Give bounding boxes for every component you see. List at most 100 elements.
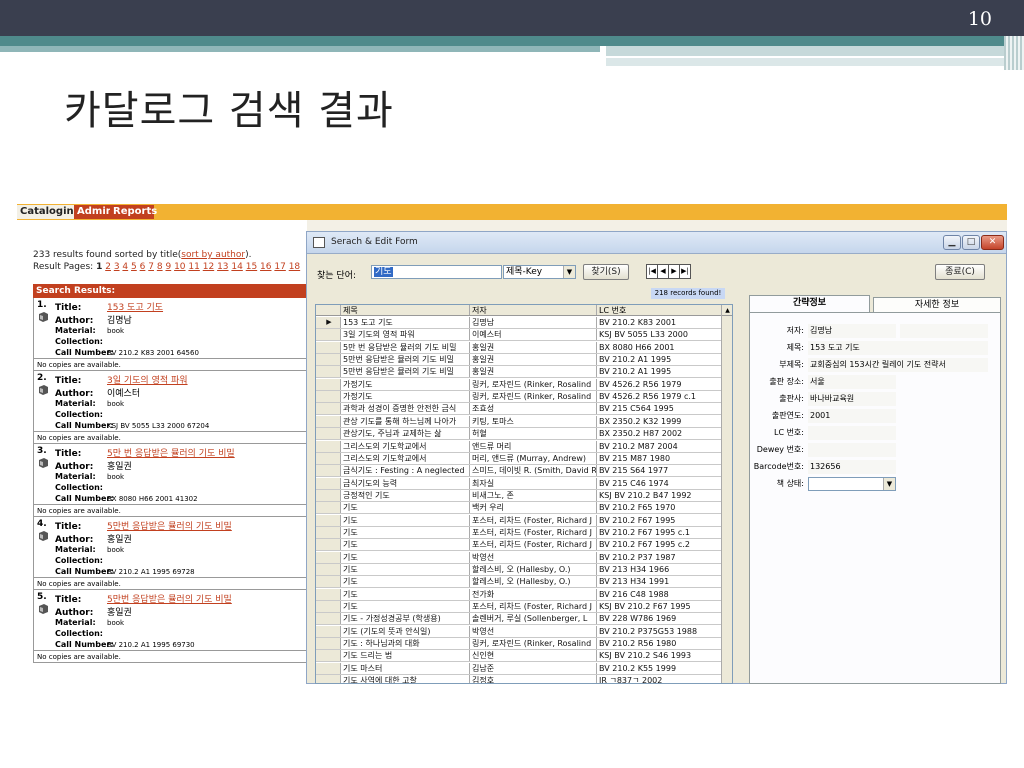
cell-title[interactable]: 기도 xyxy=(341,551,470,563)
row-selector[interactable] xyxy=(316,625,341,637)
row-selector[interactable] xyxy=(316,613,341,625)
result-page-link[interactable]: 10 xyxy=(174,262,185,272)
cell-title[interactable]: 기도 xyxy=(341,526,470,538)
result-page-link[interactable]: 9 xyxy=(165,262,171,272)
tab-detail-info[interactable]: 자세한 정보 xyxy=(873,297,1001,312)
cell-author[interactable]: 홍일권 xyxy=(470,341,597,353)
cell-lc-number[interactable]: BV 216 C48 1988 xyxy=(597,588,722,600)
cell-author[interactable]: 백커 우리 xyxy=(470,502,597,514)
find-button[interactable]: 찾기(S) xyxy=(583,264,629,280)
info-barcode-value[interactable]: 132656 xyxy=(808,460,896,474)
cell-author[interactable]: 머리, 앤드류 (Murray, Andrew) xyxy=(470,452,597,464)
result-page-link[interactable]: 3 xyxy=(114,262,120,272)
row-selector[interactable] xyxy=(316,452,341,464)
cell-lc-number[interactable]: BV 215 C564 1995 xyxy=(597,403,722,415)
cell-title[interactable]: 금식기도의 능력 xyxy=(341,477,470,489)
row-selector[interactable] xyxy=(316,576,341,588)
table-row[interactable]: 기도 마스터 김남준 BV 210.2 K55 1999 xyxy=(316,662,722,675)
cell-title[interactable]: 과학과 성경이 증명한 안전한 금식 xyxy=(341,403,470,415)
cell-author[interactable]: 박영선 xyxy=(470,625,597,637)
table-row[interactable]: 기도 박영선 BV 210.2 P37 1987 xyxy=(316,551,722,564)
table-row[interactable]: 기도 할레스비, 오 (Hallesby, O.) BV 213 H34 1991 xyxy=(316,576,722,589)
table-row[interactable]: 5만번 응답받은 뮬러의 기도 비밀 홍일권 BV 210.2 A1 1995 xyxy=(316,366,722,379)
cell-title[interactable]: 그리스도의 기도학교에서 xyxy=(341,440,470,452)
info-year-value[interactable]: 2001 xyxy=(808,409,896,423)
tab-cataloging[interactable]: Cataloging xyxy=(17,205,81,219)
cell-author[interactable]: 포스터, 리차드 (Foster, Richard J xyxy=(470,601,597,613)
row-selector[interactable] xyxy=(316,514,341,526)
cell-author[interactable]: 포스터, 리차드 (Foster, Richard J xyxy=(470,539,597,551)
info-dewey-value[interactable] xyxy=(808,443,896,457)
row-selector[interactable] xyxy=(316,391,341,403)
cell-author[interactable]: 포스터, 리차드 (Foster, Richard J xyxy=(470,526,597,538)
cell-author[interactable]: 이예스터 xyxy=(470,329,597,341)
cell-lc-number[interactable]: BX 2350.2 H87 2002 xyxy=(597,428,722,440)
cell-title[interactable]: 기도 xyxy=(341,514,470,526)
cell-author[interactable]: 비새그노, 존 xyxy=(470,489,597,501)
row-selector[interactable] xyxy=(316,415,341,427)
table-row[interactable]: 기도 (기도의 뜻과 안식일) 박영선 BV 210.2 P375G53 1988 xyxy=(316,625,722,638)
row-selector[interactable] xyxy=(316,539,341,551)
cell-author[interactable]: 홍일권 xyxy=(470,366,597,378)
cell-title[interactable]: 관상 기도를 통해 하느님께 나아가 xyxy=(341,415,470,427)
cell-author[interactable]: 신인현 xyxy=(470,650,597,662)
table-row[interactable]: 그리스도의 기도학교에서 머리, 앤드류 (Murray, Andrew) BV 2… xyxy=(316,452,722,465)
result-page-link[interactable]: 8 xyxy=(157,262,163,272)
row-selector[interactable] xyxy=(316,341,341,353)
table-row[interactable]: 기도 전가화 BV 216 C48 1988 xyxy=(316,588,722,601)
table-row[interactable]: 금식기도의 능력 최자실 BV 215 C46 1974 xyxy=(316,477,722,490)
cell-lc-number[interactable]: IR ㄱ837ㄱ 2002 xyxy=(597,675,722,683)
cell-lc-number[interactable]: KSJ BV 210.2 F67 1995 xyxy=(597,601,722,613)
cell-lc-number[interactable]: BV 228 W786 1969 xyxy=(597,613,722,625)
table-row[interactable]: 기도 할레스비, 오 (Hallesby, O.) BV 213 H34 1966 xyxy=(316,564,722,576)
info-title-value[interactable]: 153 도고 기도 xyxy=(808,341,988,355)
result-page-link[interactable]: 16 xyxy=(260,262,271,272)
row-selector[interactable] xyxy=(316,378,341,390)
cell-lc-number[interactable]: BV 4526.2 R56 1979 xyxy=(597,378,722,390)
table-row[interactable]: 관상 기도를 통해 하느님께 나아가 키팅, 토마스 BX 2350.2 K32 1… xyxy=(316,415,722,428)
cell-lc-number[interactable]: BV 210.2 F67 1995 c.2 xyxy=(597,539,722,551)
table-row[interactable]: 5만 번 응답받은 뮬러의 기도 비밀 홍일권 BX 8080 H66 2001 xyxy=(316,341,722,354)
table-row[interactable]: 가정기도 링커, 로자린드 (Rinker, Rosalind BV 4526.2 … xyxy=(316,378,722,391)
cell-title[interactable]: 기도 사역에 대한 고찰 xyxy=(341,675,470,683)
table-row[interactable]: 기도 사역에 대한 고찰 김정호 IR ㄱ837ㄱ 2002 xyxy=(316,675,722,683)
row-selector[interactable] xyxy=(316,588,341,600)
column-header-title[interactable]: 제목 xyxy=(341,305,470,315)
row-selector[interactable] xyxy=(316,601,341,613)
info-author-value[interactable]: 김명남 xyxy=(808,324,896,338)
result-title-link[interactable]: 153 도고 기도 xyxy=(107,303,163,313)
result-title-link[interactable]: 5만 번 응답받은 뮬러의 기도 비밀 xyxy=(107,449,235,459)
cell-lc-number[interactable]: BV 210.2 R56 1980 xyxy=(597,638,722,650)
cell-title[interactable]: 기도 xyxy=(341,588,470,600)
cell-title[interactable]: 기도 드리는 법 xyxy=(341,650,470,662)
cell-author[interactable]: 조효성 xyxy=(470,403,597,415)
cell-title[interactable]: 5만번 응답받은 뮬러의 기도 비밀 xyxy=(341,354,470,366)
cell-lc-number[interactable]: BV 215 C46 1974 xyxy=(597,477,722,489)
cell-title[interactable]: 긍정적인 기도 xyxy=(341,489,470,501)
cell-lc-number[interactable]: BV 210.2 A1 1995 xyxy=(597,366,722,378)
last-record-button[interactable]: ▶| xyxy=(679,264,691,279)
table-row[interactable]: 과학과 성경이 증명한 안전한 금식 조효성 BV 215 C564 1995 xyxy=(316,403,722,416)
row-selector[interactable] xyxy=(316,564,341,575)
cell-author[interactable]: 링커, 로자린드 (Rinker, Rosalind xyxy=(470,378,597,390)
table-row[interactable]: 기도 - 가정성경공부 (학생용) 솔렌버거, 루실 (Sollenberger,… xyxy=(316,613,722,626)
cell-title[interactable]: 기도 xyxy=(341,601,470,613)
info-publisher-value[interactable]: 바나바교육원 xyxy=(808,392,896,406)
cell-title[interactable]: 153 도고 기도 xyxy=(341,317,470,328)
cell-lc-number[interactable]: BV 210.2 F67 1995 c.1 xyxy=(597,526,722,538)
grid-scrollbar[interactable]: ▲ xyxy=(721,305,732,683)
table-row[interactable]: 기도 : 하나님과의 대화 링커, 로자린드 (Rinker, Rosalind B… xyxy=(316,638,722,651)
table-row[interactable]: 기도 포스터, 리차드 (Foster, Richard J BV 210.2 F6… xyxy=(316,514,722,527)
field-select[interactable]: 제목-Key ▼ xyxy=(503,265,576,279)
result-page-link[interactable]: 15 xyxy=(246,262,257,272)
info-lc-value[interactable] xyxy=(808,426,896,440)
table-row[interactable]: 기도 포스터, 리차드 (Foster, Richard J KSJ BV 210.… xyxy=(316,601,722,614)
row-selector[interactable] xyxy=(316,650,341,662)
close-window-button[interactable]: ✕ xyxy=(981,235,1004,250)
book-status-select[interactable]: ▼ xyxy=(808,477,896,491)
records-grid[interactable]: 제목 저자 LC 번호 ▶ 153 도고 기도 김명남 BV 210.2 K83 20… xyxy=(315,304,733,684)
cell-lc-number[interactable]: BV 210.2 M87 2004 xyxy=(597,440,722,452)
cell-lc-number[interactable]: BV 210.2 K55 1999 xyxy=(597,662,722,674)
cell-title[interactable]: 기도 - 가정성경공부 (학생용) xyxy=(341,613,470,625)
result-title-link[interactable]: 3일 기도의 영적 파워 xyxy=(107,376,188,386)
